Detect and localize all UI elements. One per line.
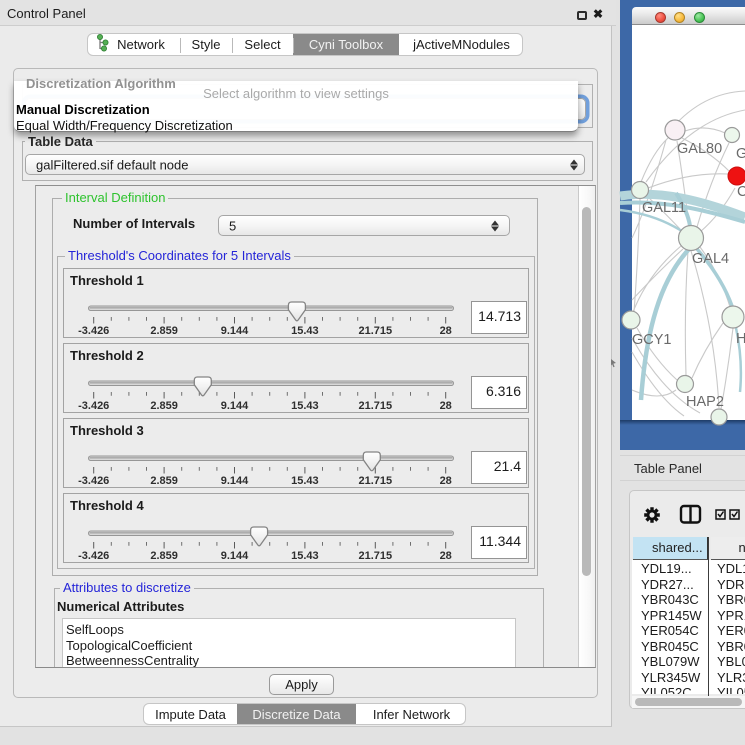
svg-text:28: 28	[440, 475, 452, 487]
svg-text:GAL80: GAL80	[677, 141, 722, 157]
svg-text:2.859: 2.859	[150, 550, 178, 562]
svg-text:HAP2: HAP2	[686, 394, 724, 410]
svg-text:GAL4: GAL4	[692, 251, 729, 267]
svg-text:21.715: 21.715	[358, 550, 392, 562]
svg-text:GAL11: GAL11	[642, 200, 686, 216]
svg-text:15.43: 15.43	[291, 325, 319, 337]
svg-text:15.43: 15.43	[291, 475, 319, 487]
svg-text:2.859: 2.859	[150, 400, 178, 412]
svg-text:-3.426: -3.426	[78, 550, 109, 562]
svg-text:GCY1: GCY1	[632, 332, 672, 348]
svg-text:21.715: 21.715	[358, 325, 392, 337]
svg-text:-3.426: -3.426	[78, 475, 109, 487]
svg-text:15.43: 15.43	[291, 550, 319, 562]
svg-text:-3.426: -3.426	[78, 400, 109, 412]
svg-text:2.859: 2.859	[150, 475, 178, 487]
svg-text:H: H	[736, 331, 745, 347]
svg-text:C: C	[737, 184, 745, 200]
svg-text:21.715: 21.715	[358, 400, 392, 412]
svg-text:9.144: 9.144	[221, 550, 249, 562]
svg-text:-3.426: -3.426	[78, 325, 109, 337]
svg-text:28: 28	[440, 550, 452, 562]
svg-text:28: 28	[440, 400, 452, 412]
svg-text:9.144: 9.144	[221, 325, 249, 337]
svg-text:15.43: 15.43	[291, 400, 319, 412]
svg-text:G.: G.	[736, 146, 745, 162]
svg-text:28: 28	[440, 325, 452, 337]
svg-text:9.144: 9.144	[221, 400, 249, 412]
svg-text:9.144: 9.144	[221, 475, 249, 487]
svg-text:21.715: 21.715	[358, 475, 392, 487]
svg-text:2.859: 2.859	[150, 325, 178, 337]
